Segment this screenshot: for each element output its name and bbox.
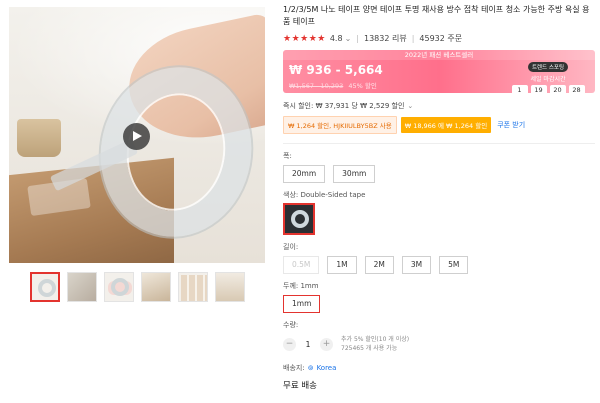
- free-shipping: 무료 배송: [283, 381, 317, 391]
- price-banner: 2022년 패션 베스트셀러 ₩ 936 - 5,664 ₩1,567 - 10…: [283, 50, 595, 93]
- quantity-label: 수량:: [283, 321, 299, 329]
- rating-value[interactable]: 4.8: [330, 34, 343, 43]
- length-options: 0.5M 1M 2M 3M 5M: [283, 256, 595, 274]
- countdown-seconds: 28: [568, 85, 585, 93]
- countdown-minutes: 20: [549, 85, 566, 93]
- shipping-label: 배송지:: [283, 364, 305, 372]
- thickness-options: 1mm: [283, 295, 595, 313]
- width-option-20mm[interactable]: 20mm: [283, 165, 326, 183]
- main-product-image[interactable]: [9, 7, 265, 263]
- thumbnail[interactable]: [104, 272, 134, 302]
- thumbnail-strip: [30, 272, 245, 302]
- thickness-option-1mm[interactable]: 1mm: [283, 295, 321, 313]
- quantity-note: 추가 5% 할인(10 개 이상) 725465 개 사용 가능: [341, 335, 409, 353]
- bulk-discount-note: 추가 5% 할인(10 개 이상): [341, 336, 410, 343]
- thumbnail[interactable]: [215, 272, 245, 302]
- countdown-label: 세일 마감시간: [530, 76, 566, 83]
- rating-row: ★★★★★ 4.8 ⌄ | 13832 리뷰 | 45932 주문: [283, 33, 595, 44]
- length-option-1m[interactable]: 1M: [327, 256, 357, 274]
- divider: [283, 143, 595, 144]
- width-label: 폭:: [283, 152, 292, 160]
- store-coupon[interactable]: ₩ 18,966 에 ₩ 1,264 할인: [400, 117, 492, 133]
- shipping-row: 배송지: ⊚ Korea: [283, 363, 595, 373]
- shipping-location[interactable]: Korea: [317, 364, 337, 372]
- get-coupon-link[interactable]: 쿠폰 받기: [497, 120, 525, 130]
- thumbnail[interactable]: [67, 272, 97, 302]
- discount-percent: 45% 할인: [348, 82, 377, 90]
- length-option-3m[interactable]: 3M: [401, 256, 432, 274]
- star-rating-icon: ★★★★★: [283, 33, 326, 44]
- length-option-2m[interactable]: 2M: [364, 256, 394, 274]
- length-option-0.5m[interactable]: 0.5M: [283, 256, 320, 274]
- trend-badge: 트렌드 스포팅: [527, 62, 569, 72]
- countdown-days: 1: [511, 85, 528, 93]
- color-swatch-double-sided[interactable]: [283, 203, 315, 235]
- instant-discount: 즉시 할인: ₩ 37,931 당 ₩ 2,529 할인 ⌄: [283, 101, 595, 111]
- quantity-stepper: − 1 + 추가 5% 할인(10 개 이상) 725465 개 사용 가능: [283, 335, 595, 353]
- divider: |: [356, 34, 359, 43]
- instant-discount-label: 즉시 할인: ₩ 37,931 당 ₩ 2,529 할인: [283, 102, 405, 110]
- thumbnail[interactable]: [30, 272, 60, 302]
- review-count[interactable]: 13832 리뷰: [364, 33, 407, 44]
- countdown-timer: 1 19 20 28: [507, 85, 589, 93]
- quantity-plus-button[interactable]: +: [320, 337, 333, 351]
- length-label: 길이:: [283, 243, 299, 251]
- plant-pot: [17, 119, 61, 157]
- length-option-5m[interactable]: 5M: [439, 256, 469, 274]
- thumbnail[interactable]: [141, 272, 171, 302]
- price-range: ₩ 936 - 5,664: [289, 63, 383, 77]
- chevron-down-icon[interactable]: ⌄: [345, 34, 352, 43]
- quantity-value[interactable]: 1: [304, 340, 312, 349]
- divider: |: [411, 34, 415, 43]
- countdown: 트렌드 스포팅 세일 마감시간 1 19 20 28: [507, 62, 589, 93]
- width-option-30mm[interactable]: 30mm: [333, 165, 376, 183]
- countdown-hours: 19: [530, 85, 547, 93]
- color-label: 색상: Double-Sided tape: [283, 191, 366, 199]
- chevron-down-icon[interactable]: ⌄: [407, 102, 413, 110]
- width-options: 20mm 30mm: [283, 165, 595, 183]
- coupon-code[interactable]: ₩ 1,264 할인, HJKIIULBY5BZ 사용: [283, 116, 397, 134]
- location-pin-icon[interactable]: ⊚: [308, 364, 314, 372]
- quantity-minus-button[interactable]: −: [283, 337, 296, 351]
- thumbnail[interactable]: [178, 272, 208, 302]
- product-info: 1/2/3/5M 나노 테이프 양면 테이프 투명 재사용 방수 접착 테이프 …: [283, 4, 595, 391]
- video-play-icon[interactable]: [123, 123, 150, 150]
- stock-available: 725465 개 사용 가능: [341, 345, 398, 352]
- thickness-label: 두께: 1mm: [283, 282, 319, 290]
- order-count: 45932 주문: [419, 34, 463, 43]
- original-price-value: ₩1,567 - 10,293: [289, 82, 344, 90]
- banner-title: 2022년 패션 베스트셀러: [283, 50, 595, 60]
- product-title: 1/2/3/5M 나노 테이프 양면 테이프 투명 재사용 방수 접착 테이프 …: [283, 5, 590, 26]
- coupon-row: ₩ 1,264 할인, HJKIIULBY5BZ 사용 ₩ 18,966 에 ₩…: [283, 116, 595, 134]
- original-price: ₩1,567 - 10,293 45% 할인: [289, 80, 377, 90]
